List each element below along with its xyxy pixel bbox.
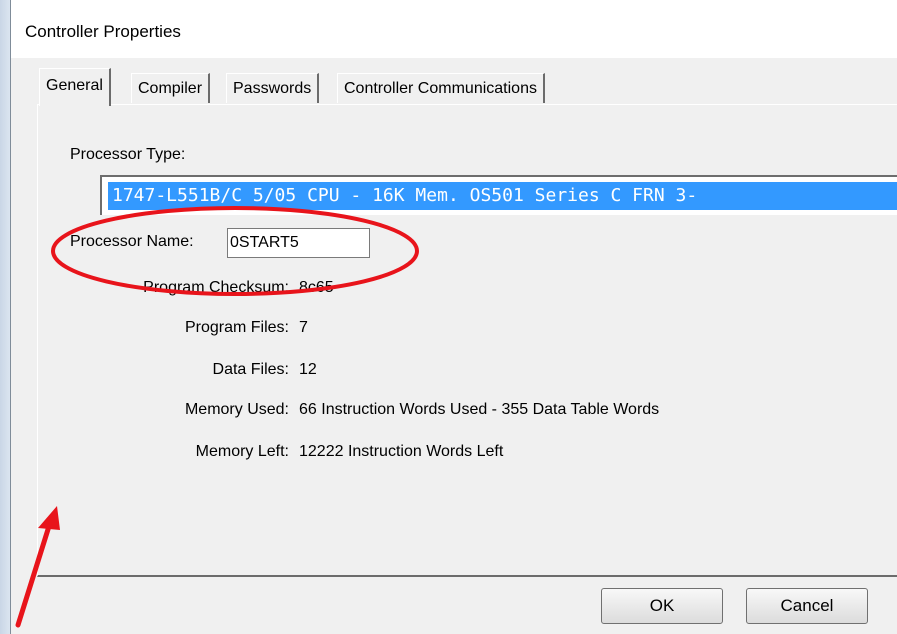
tab-controller-communications-label: Controller Communications — [344, 80, 537, 97]
data-files-value: 12 — [299, 361, 317, 378]
checksum-label: Program Checksum: — [143, 279, 289, 296]
memory-left-label: Memory Left: — [195, 443, 289, 460]
tab-passwords-label: Passwords — [233, 80, 312, 97]
tab-general-label: General — [46, 77, 103, 94]
memory-used-label: Memory Used: — [184, 401, 289, 418]
processor-type-field[interactable]: 1747-L551B/C 5/05 CPU - 16K Mem. OS501 S… — [100, 175, 897, 215]
controller-properties-dialog: Controller Properties General Compiler P… — [10, 0, 897, 634]
dialog-title: Controller Properties — [25, 22, 181, 41]
memory-used-value: 66 Instruction Words Used - 355 Data Tab… — [299, 401, 660, 418]
screenshot: Controller Properties General Compiler P… — [0, 0, 897, 634]
processor-type-value: 1747-L551B/C 5/05 CPU - 16K Mem. OS501 S… — [108, 182, 897, 210]
tab-controller-communications[interactable]: Controller Communications — [337, 73, 545, 103]
title-bar: Controller Properties — [11, 0, 897, 58]
cancel-button[interactable]: Cancel — [746, 588, 868, 624]
tab-compiler[interactable]: Compiler — [131, 73, 211, 103]
program-files-label: Program Files: — [184, 319, 289, 336]
checksum-value: 8c65 — [299, 279, 334, 296]
memory-left-value: 12222 Instruction Words Left — [299, 443, 504, 460]
processor-name-input[interactable]: 0START5 — [227, 228, 370, 258]
ok-button[interactable]: OK — [601, 588, 723, 624]
program-files-value: 7 — [299, 319, 308, 336]
processor-name-label: Processor Name: — [70, 233, 194, 250]
tab-general[interactable]: General — [39, 68, 111, 106]
data-files-label: Data Files: — [212, 361, 289, 378]
tab-compiler-label: Compiler — [138, 80, 203, 97]
tab-passwords[interactable]: Passwords — [226, 73, 320, 103]
processor-type-label: Processor Type: — [70, 146, 186, 163]
